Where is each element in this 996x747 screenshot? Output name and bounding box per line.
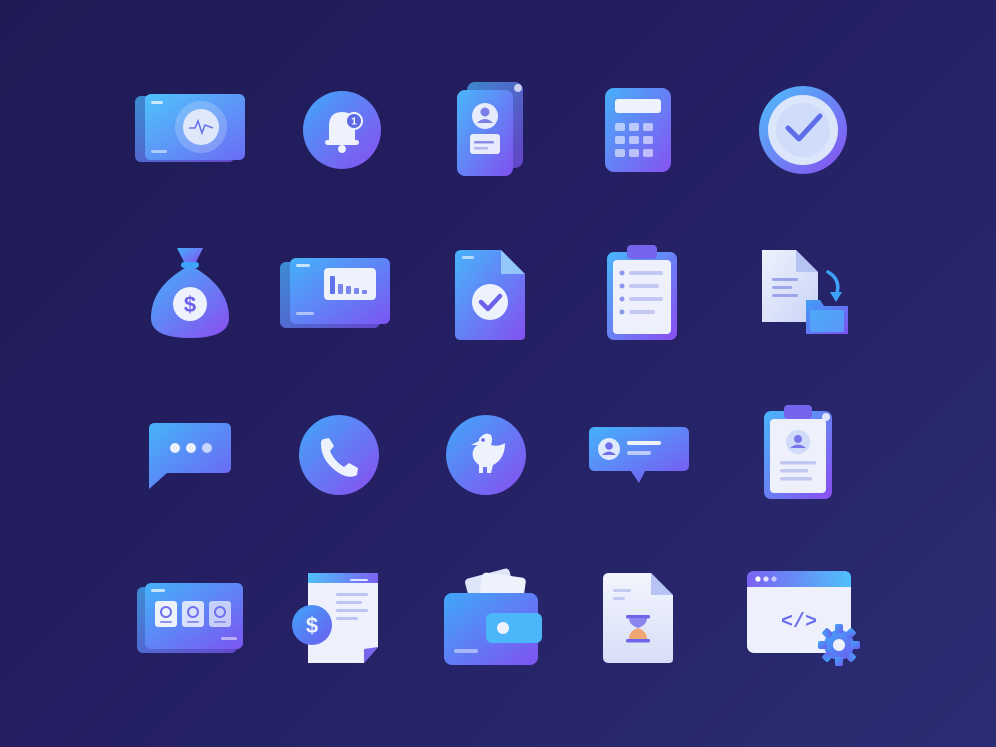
chat-bubble-icon <box>125 395 255 515</box>
dollar-symbol: $ <box>184 292 196 317</box>
bird-icon <box>421 395 551 515</box>
dashboard-monitor-icon <box>125 70 255 190</box>
phone-call-icon <box>274 395 404 515</box>
icon-grid: 1 $ $ </> <box>0 0 996 747</box>
money-bag-icon: $ <box>125 242 255 362</box>
notification-count: 1 <box>351 117 357 128</box>
code-label: </> <box>781 611 817 634</box>
pending-document-icon <box>573 555 703 675</box>
notification-bell-icon: 1 <box>277 70 407 190</box>
profile-cards-icon <box>425 70 555 190</box>
media-cards-icon <box>125 555 255 675</box>
file-to-folder-icon <box>732 242 862 362</box>
analytics-cards-icon <box>270 242 400 362</box>
code-settings-icon: </> <box>735 555 865 675</box>
wallet-icon <box>428 555 558 675</box>
invoice-icon: $ <box>280 555 410 675</box>
contact-clipboard-icon <box>732 395 862 515</box>
clipboard-checklist-icon <box>577 242 707 362</box>
user-message-icon <box>575 395 705 515</box>
approved-document-icon <box>425 242 555 362</box>
calculator-icon <box>573 70 703 190</box>
invoice-dollar-symbol: $ <box>306 613 318 638</box>
check-clock-icon <box>738 70 868 190</box>
